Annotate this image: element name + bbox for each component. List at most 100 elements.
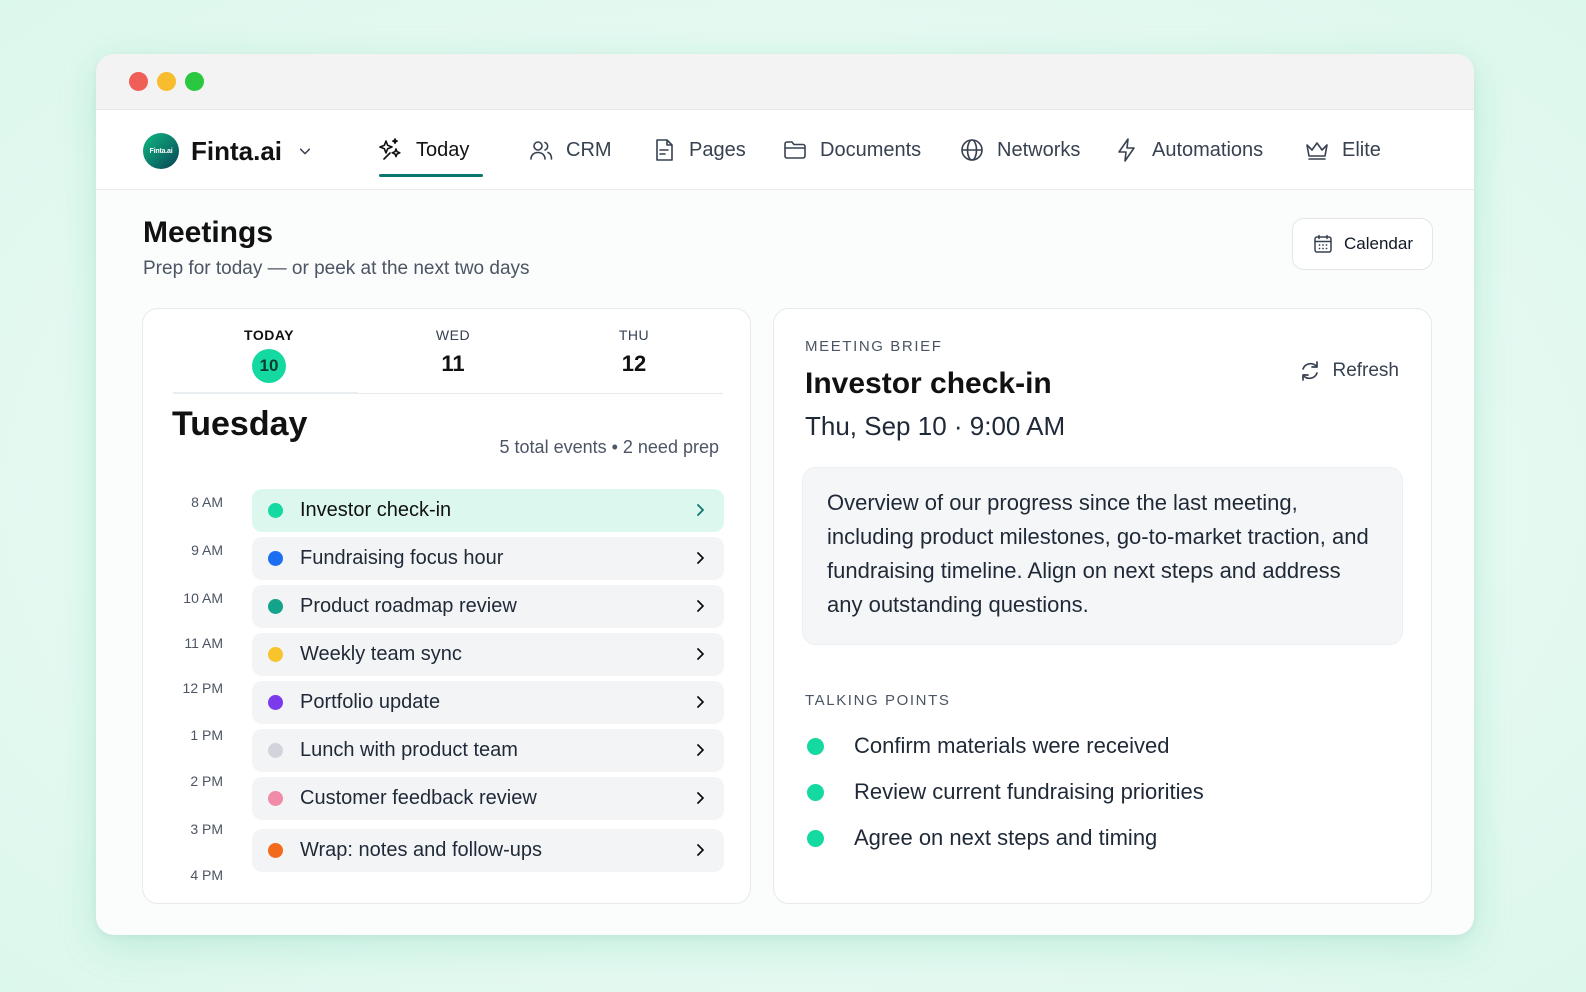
event-title: Product roadmap review [300,595,517,617]
time-label: 12 PM [182,680,223,696]
event-color-dot [268,599,283,614]
close-window-button[interactable] [129,72,148,91]
tab-today[interactable]: Today [378,132,469,168]
top-navigation: Finta.ai Finta.ai Today CRM Pages Docume… [96,110,1474,190]
talking-point-text: Agree on next steps and timing [854,825,1158,850]
talking-point-dot [807,829,824,847]
refresh-button[interactable]: Refresh [1298,359,1399,383]
meeting-overview: Overview of our progress since the last … [802,467,1403,645]
time-label: 4 PM [190,867,223,883]
day-label: WED [435,327,471,343]
day-label: THU [618,327,650,343]
tab-crm-label: CRM [566,138,612,161]
talking-point: Confirm materials were received [807,733,1169,759]
document-icon [656,139,673,161]
tab-pages[interactable]: Pages [651,132,746,168]
talking-point-text: Review current fundraising priorities [854,779,1204,804]
chevron-down-icon [299,148,311,155]
event-color-dot [268,503,283,518]
minimize-window-button[interactable] [157,72,176,91]
tab-networks-label: Networks [997,138,1081,161]
tab-documents[interactable]: Documents [782,132,921,168]
event-color-dot [268,551,283,566]
day-tab-today[interactable]: TODAY 10 [229,327,309,383]
app-window: Finta.ai Finta.ai Today CRM Pages Docume… [96,54,1474,935]
event-color-dot [268,743,283,758]
maximize-window-button[interactable] [185,72,204,91]
day-number: 11 [441,351,465,376]
workspace-switcher[interactable]: Finta.ai Finta.ai [143,133,312,169]
tab-crm[interactable]: CRM [528,132,612,168]
event-title: Investor check-in [300,499,452,521]
chevron-right-icon [697,844,704,856]
event-item[interactable]: Investor check-in [252,489,724,532]
active-day-indicator [173,392,358,394]
events-summary: 5 total events • 2 need prep [499,437,719,457]
title-bar [96,54,1474,110]
talking-point-dot [807,783,824,801]
event-item[interactable]: Lunch with product team [252,729,724,772]
today-date-badge: 10 [252,349,286,383]
time-label: 9 AM [191,542,223,558]
time-label: 2 PM [190,773,223,789]
weekday-heading: Tuesday [172,405,308,443]
chevron-right-icon [697,744,704,756]
tab-today-label: Today [416,138,470,161]
tab-elite[interactable]: Elite [1304,132,1381,168]
event-item[interactable]: Customer feedback review [252,777,724,820]
talking-point: Agree on next steps and timing [807,825,1157,851]
event-title: Fundraising focus hour [300,547,504,569]
day-tab-thu[interactable]: THU 12 [594,327,674,377]
time-label: 1 PM [190,727,223,743]
event-title: Lunch with product team [300,739,518,761]
sparkles-icon [379,138,401,160]
section-kicker: MEETING BRIEF [805,338,943,355]
tab-automations-label: Automations [1152,138,1264,161]
event-title: Customer feedback review [300,787,537,809]
chevron-right-icon [697,792,704,804]
event-item[interactable]: Portfolio update [252,681,724,724]
active-tab-indicator [379,174,483,177]
chevron-right-icon [697,696,704,708]
refresh-icon [1302,361,1319,381]
event-item[interactable]: Fundraising focus hour [252,537,724,580]
event-color-dot [268,843,283,858]
time-label: 10 AM [183,590,223,606]
event-item[interactable]: Weekly team sync [252,633,724,676]
brand-logo: Finta.ai [143,133,179,169]
schedule-card: TODAY 10 WED 11 THU 12 Tuesday 5 total e… [142,308,751,904]
event-color-dot [268,647,283,662]
tab-documents-label: Documents [820,138,922,161]
talking-point-text: Confirm materials were received [854,733,1170,758]
time-label: 3 PM [190,821,223,837]
chevron-right-icon [697,504,704,516]
tab-elite-label: Elite [1342,138,1381,161]
event-title: Portfolio update [300,691,441,713]
meeting-title: Investor check-in [805,367,1052,400]
day-tab-wed[interactable]: WED 11 [413,327,493,377]
chevron-right-icon [697,600,704,612]
calendar-button-label: Calendar [1344,234,1413,253]
event-title: Wrap: notes and follow-ups [300,839,542,861]
event-color-dot [268,791,283,806]
tab-automations[interactable]: Automations [1114,132,1263,168]
globe-icon [961,139,983,161]
talking-point-dot [807,737,824,755]
tab-pages-label: Pages [689,138,746,161]
talking-points-heading: TALKING POINTS [805,692,951,709]
users-icon [530,141,553,160]
meeting-datetime: Thu, Sep 10 · 9:00 AM [805,411,1066,441]
brand-name: Finta.ai [191,135,283,166]
event-item[interactable]: Product roadmap review [252,585,724,628]
calendar-icon [1314,234,1332,253]
calendar-button[interactable]: Calendar [1292,218,1433,270]
chevron-right-icon [697,648,704,660]
folder-icon [784,141,806,159]
meeting-brief-card: MEETING BRIEF Investor check-in Thu, Sep… [773,308,1432,904]
logo-text: Finta.ai [149,147,173,155]
crown-icon [1306,142,1328,160]
tab-networks[interactable]: Networks [959,132,1080,168]
page-title: Meetings [143,216,274,249]
lightning-icon [1118,138,1135,162]
event-item[interactable]: Wrap: notes and follow-ups [252,829,724,872]
